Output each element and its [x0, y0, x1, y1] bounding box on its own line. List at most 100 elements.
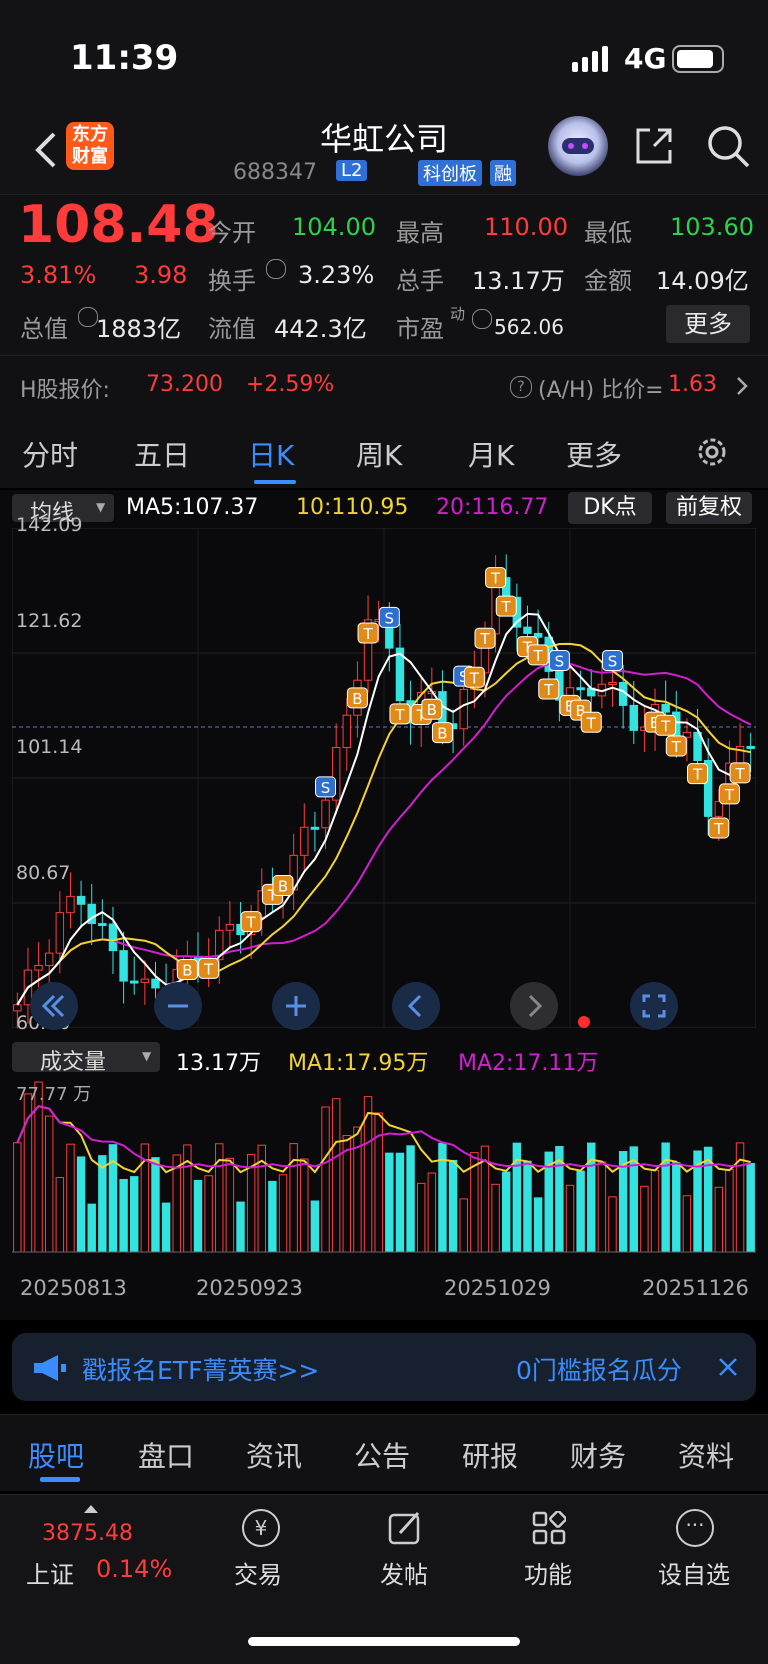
tab-monthly-k[interactable]: 月K: [468, 434, 514, 474]
turnover-value: 3.23%: [298, 261, 375, 289]
ma10-value: 10:110.95: [296, 495, 409, 520]
tab-intraday[interactable]: 分时: [22, 434, 78, 474]
zoom-in-icon[interactable]: [272, 982, 320, 1030]
content-tabs: 股吧 盘口 资讯 公告 研报 财务 资料: [0, 1414, 768, 1491]
megaphone-icon: [32, 1355, 68, 1381]
candle: [310, 826, 320, 830]
tab-more[interactable]: 更多: [566, 434, 622, 474]
tab-weekly-k[interactable]: 周K: [356, 434, 402, 474]
board-badge: 科创板: [418, 160, 482, 186]
high-value: 110.00: [484, 213, 568, 241]
index-value[interactable]: 3875.48: [42, 1521, 133, 1546]
volume-bar: [310, 1200, 320, 1253]
marker-letter: T: [671, 738, 682, 756]
date-label: 20251126: [642, 1276, 749, 1300]
volume-bar: [523, 1160, 532, 1253]
rewind-icon[interactable]: [30, 982, 78, 1030]
open-value: 104.00: [292, 213, 376, 241]
assistant-robot-icon[interactable]: [548, 116, 608, 176]
volume-bar: [374, 1112, 383, 1253]
turnover-label: 换手: [208, 267, 256, 295]
tab-profile[interactable]: 资料: [678, 1435, 734, 1475]
tab-daily-k[interactable]: 日K: [248, 434, 294, 474]
chevron-right-icon[interactable]: [732, 376, 752, 396]
l2-badge[interactable]: L2: [336, 160, 368, 181]
volume-value: 13.17万: [472, 267, 565, 295]
volume-label: 总手: [396, 267, 444, 295]
volume-bar: [576, 1170, 585, 1253]
marker-letter: S: [385, 609, 395, 627]
volume-bar: [427, 1172, 437, 1253]
tab-news[interactable]: 资讯: [246, 1435, 302, 1475]
tab-financials[interactable]: 财务: [570, 1435, 626, 1475]
volume-bar: [98, 1155, 107, 1253]
scroll-right-icon[interactable]: [510, 982, 558, 1030]
price-axis-label: 121.62: [16, 610, 83, 632]
post-button[interactable]: 发帖: [372, 1509, 442, 1595]
volume-bar: [714, 1186, 724, 1253]
promo-banner[interactable]: 戳报名ETF菁英赛>> 0门槛报名瓜分: [12, 1333, 756, 1401]
volume-chart[interactable]: [12, 1078, 756, 1254]
volume-bar: [640, 1185, 649, 1253]
low-label: 最低: [584, 219, 632, 247]
tab-research[interactable]: 研报: [462, 1435, 518, 1475]
clock: 11:39: [70, 38, 179, 78]
share-icon[interactable]: [632, 124, 676, 168]
close-icon[interactable]: [718, 1357, 738, 1377]
marker-letter: T: [469, 669, 480, 687]
trade-button[interactable]: ¥ 交易: [226, 1509, 296, 1595]
candle: [523, 626, 532, 634]
scroll-left-icon[interactable]: [392, 982, 440, 1030]
gear-icon[interactable]: [694, 434, 730, 470]
fullscreen-icon[interactable]: [630, 982, 678, 1030]
zoom-out-icon[interactable]: [154, 982, 202, 1030]
marker-letter: B: [427, 701, 437, 719]
price-adjust-button[interactable]: 前复权: [666, 492, 752, 524]
candle: [76, 895, 86, 905]
active-subtab-indicator: [40, 1477, 80, 1482]
volume-bar: [597, 1161, 607, 1253]
volume-bar: [725, 1168, 734, 1253]
h-share-row[interactable]: H股报价: 73.200 +2.59% ? (A/H) 比价= 1.63: [0, 355, 768, 419]
signal-icon: [572, 46, 614, 72]
function-button[interactable]: 功能: [516, 1509, 586, 1595]
marker-letter: T: [490, 570, 501, 588]
volume-bar: [268, 1180, 277, 1253]
volume-bar: [119, 1178, 128, 1253]
index-name[interactable]: 上证: [26, 1555, 74, 1590]
volume-bar: [650, 1169, 660, 1253]
help-icon[interactable]: ?: [510, 376, 532, 398]
volume-bar: [672, 1162, 681, 1253]
volume-bar: [76, 1156, 86, 1253]
candle: [55, 912, 65, 954]
volume-bar: [448, 1159, 458, 1253]
volume-indicator-selector[interactable]: 成交量 ▼: [12, 1042, 160, 1075]
add-watchlist-button[interactable]: ··· 设自选: [656, 1509, 738, 1595]
index-pct[interactable]: 0.14%: [96, 1555, 172, 1583]
marker-letter: T: [501, 598, 512, 616]
volume-bar: [491, 1183, 500, 1253]
tab-order-book[interactable]: 盘口: [138, 1435, 194, 1475]
edit-icon: [388, 1511, 422, 1545]
marker-letter: T: [713, 820, 724, 838]
search-icon[interactable]: [704, 122, 752, 170]
volume-bar: [395, 1152, 405, 1253]
info-icon[interactable]: [78, 307, 98, 327]
candlestick-chart[interactable]: B TTT BSBTST T BBS TTTTT TTSB BTSB TTTTTT: [12, 528, 756, 1028]
volume-bar: [193, 1179, 203, 1253]
info-icon[interactable]: [472, 309, 492, 329]
tab-forum[interactable]: 股吧: [28, 1435, 84, 1475]
dk-point-button[interactable]: DK点: [568, 492, 652, 524]
more-button[interactable]: 更多: [666, 305, 750, 343]
tab-announcements[interactable]: 公告: [354, 1435, 410, 1475]
candle: [66, 895, 75, 914]
candle: [119, 950, 128, 982]
pe-value: 562.06: [494, 315, 564, 339]
info-icon[interactable]: [266, 259, 286, 279]
volume-bar: [331, 1098, 341, 1253]
more-dots-icon: ···: [676, 1509, 714, 1547]
marker-letter: T: [734, 765, 745, 783]
kline-chart-area[interactable]: 均线 ▼ MA5:107.37 10:110.95 20:116.77 DK点 …: [0, 490, 768, 1320]
tab-five-day[interactable]: 五日: [134, 434, 190, 474]
volume-bar: [13, 1142, 22, 1253]
